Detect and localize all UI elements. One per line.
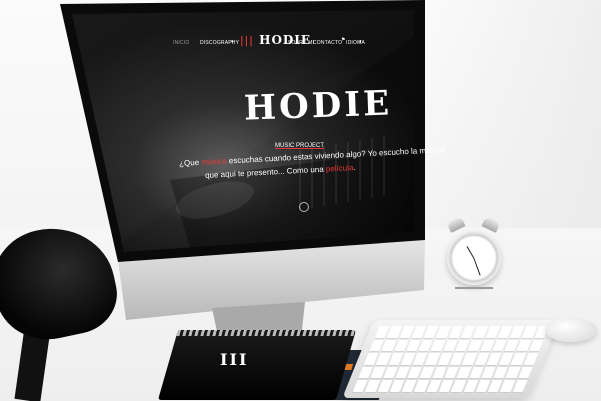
logo-bars-icon: ||| (240, 36, 254, 47)
nav-item-inicio[interactable]: INICIO (173, 40, 189, 46)
clock-legs (455, 283, 493, 289)
clock-icon (447, 231, 501, 285)
desk-scene: INICIO DISCOGRAPHY ▾ ||| HODIE SOBRE MI … (0, 0, 601, 401)
scroll-down-icon[interactable] (299, 202, 309, 212)
keyboard-key (523, 353, 539, 365)
clock-minute-hand (473, 258, 481, 276)
hero-line2-pre: que aqui te presento... Como una (204, 164, 327, 180)
hero-tagline: MUSIC PROJECT (275, 143, 325, 149)
clock-hour-hand (466, 246, 475, 259)
language-chevron-icon: ▾ (359, 39, 362, 45)
nav-item-sobre-mi[interactable]: SOBRE MI (288, 40, 314, 46)
hero-line1-accent: música (201, 156, 227, 167)
hero-line1-pre: ¿Que (178, 157, 202, 168)
hero-line2-accent: película (325, 163, 354, 174)
language-selector[interactable]: IDIOMA (346, 40, 365, 46)
notebook-spiral (176, 330, 357, 336)
flag-icon: ⚑ (341, 37, 346, 43)
keyboard-key (528, 339, 544, 352)
mouse-icon (545, 318, 597, 342)
notebook-logo: III (220, 350, 249, 369)
hero-line2-post: . (353, 163, 356, 173)
hero-logo: HODIE (243, 83, 393, 129)
spiral-notebook (157, 330, 357, 400)
hero-line1-post: escuchas cuando estas viviendo algo? Yo … (226, 145, 445, 166)
chevron-down-icon: ▾ (231, 39, 234, 45)
keyboard-icon (342, 320, 560, 398)
keyboard-key (512, 380, 528, 392)
nav-item-contacto[interactable]: CONTACTO (313, 40, 342, 46)
keyboard-key (517, 366, 533, 379)
keyboard-keys (352, 326, 550, 392)
